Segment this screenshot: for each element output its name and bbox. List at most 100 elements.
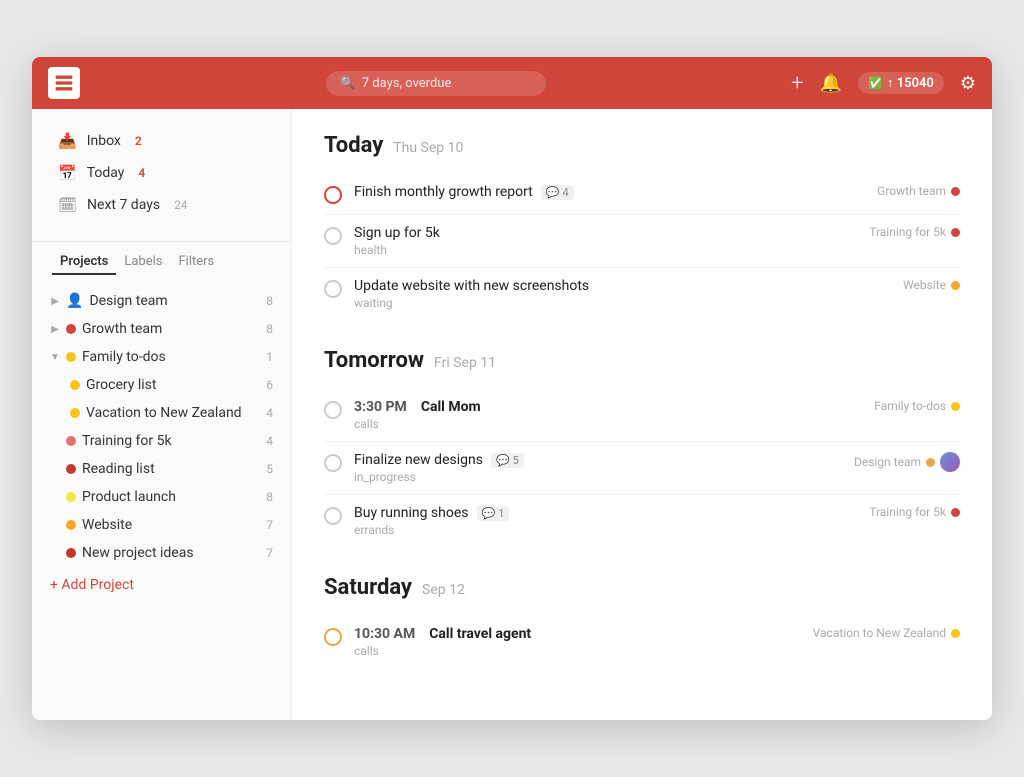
training-label: Training for 5k bbox=[82, 433, 260, 449]
task-checkbox-t6[interactable] bbox=[324, 507, 342, 525]
body: 📥 Inbox 2 📅 Today 4 🗓 Next 7 days 24 Pro… bbox=[32, 109, 992, 720]
saturday-header: Saturday Sep 12 bbox=[324, 575, 960, 600]
app-logo[interactable] bbox=[48, 67, 80, 99]
training-count: 4 bbox=[266, 434, 273, 448]
task-name-t2: Sign up for 5k bbox=[354, 225, 841, 241]
design-team-count: 8 bbox=[266, 294, 273, 308]
today-section: Today Thu Sep 10 Finish monthly growth r… bbox=[324, 133, 960, 320]
sidebar-item-reading[interactable]: Reading list 5 bbox=[40, 455, 283, 483]
task-name-text-t6: Buy running shoes bbox=[354, 505, 469, 521]
family-todos-dot bbox=[66, 352, 76, 362]
search-icon: 🔍 bbox=[340, 76, 356, 91]
saturday-date: Sep 12 bbox=[422, 582, 465, 598]
task-project-dot-t6 bbox=[951, 508, 960, 517]
today-date: Thu Sep 10 bbox=[393, 140, 463, 156]
sidebar-item-website[interactable]: Website 7 bbox=[40, 511, 283, 539]
product-dot bbox=[66, 492, 76, 502]
task-checkbox-t1[interactable] bbox=[324, 186, 342, 204]
task-time-t7: 10:30 AM bbox=[354, 626, 415, 642]
sidebar-divider bbox=[32, 241, 291, 242]
task-project-t7: Vacation to New Zealand bbox=[797, 626, 960, 640]
comment-badge-t5: 💬 5 bbox=[491, 453, 524, 468]
task-sub-t5: in_progress bbox=[354, 470, 826, 484]
new-ideas-dot bbox=[66, 548, 76, 558]
comment-count-t5: 5 bbox=[513, 454, 519, 467]
task-signup-5k: Sign up for 5k health Training for 5k bbox=[324, 215, 960, 268]
task-name-t6: Buy running shoes 💬 1 bbox=[354, 505, 841, 521]
task-body-t1: Finish monthly growth report 💬 4 bbox=[354, 184, 849, 200]
task-project-t6: Training for 5k bbox=[853, 505, 960, 519]
task-body-t5: Finalize new designs 💬 5 in_progress bbox=[354, 452, 826, 484]
karma-check-icon: ✅ bbox=[868, 76, 883, 90]
task-project-name-t1: Growth team bbox=[877, 184, 946, 198]
task-project-dot-t7 bbox=[951, 629, 960, 638]
task-project-t3: Website bbox=[887, 278, 960, 292]
reading-label: Reading list bbox=[82, 461, 260, 477]
chevron-right-icon2: ▶ bbox=[50, 324, 60, 335]
tab-labels[interactable]: Labels bbox=[116, 250, 170, 275]
avatar-t5 bbox=[940, 452, 960, 472]
sidebar-item-design-team[interactable]: ▶ 👤 Design team 8 bbox=[40, 287, 283, 315]
task-checkbox-t4[interactable] bbox=[324, 401, 342, 419]
tab-projects[interactable]: Projects bbox=[52, 250, 116, 275]
sidebar-item-next7[interactable]: 🗓 Next 7 days 24 bbox=[48, 189, 275, 221]
task-checkbox-t2[interactable] bbox=[324, 227, 342, 245]
task-body-t2: Sign up for 5k health bbox=[354, 225, 841, 257]
growth-team-label: Growth team bbox=[82, 321, 260, 337]
task-project-name-t2: Training for 5k bbox=[869, 225, 946, 239]
next7-count: 24 bbox=[174, 198, 188, 212]
task-body-t7: 10:30 AM Call travel agent calls bbox=[354, 626, 785, 658]
vacation-dot bbox=[70, 408, 80, 418]
task-name-t5: Finalize new designs 💬 5 bbox=[354, 452, 826, 468]
task-project-dot-t1 bbox=[951, 187, 960, 196]
task-finish-report: Finish monthly growth report 💬 4 Growth … bbox=[324, 174, 960, 215]
search-box[interactable]: 🔍 7 days, overdue bbox=[326, 71, 546, 96]
task-checkbox-t5[interactable] bbox=[324, 454, 342, 472]
family-todos-label: Family to-dos bbox=[82, 349, 260, 365]
task-sub-t7: calls bbox=[354, 644, 785, 658]
add-project-button[interactable]: + Add Project bbox=[32, 571, 291, 599]
sidebar-item-today[interactable]: 📅 Today 4 bbox=[48, 157, 275, 189]
inbox-count: 2 bbox=[135, 134, 142, 148]
reading-count: 5 bbox=[266, 462, 273, 476]
karma-badge[interactable]: ✅ ↑ 15040 bbox=[858, 72, 944, 94]
sidebar-item-vacation[interactable]: Vacation to New Zealand 4 bbox=[40, 399, 283, 427]
tab-filters[interactable]: Filters bbox=[170, 250, 222, 275]
task-name-text-t4: Call Mom bbox=[421, 399, 481, 415]
add-button[interactable]: + bbox=[791, 71, 803, 96]
sidebar-item-grocery-list[interactable]: Grocery list 6 bbox=[40, 371, 283, 399]
task-project-t5: Design team bbox=[838, 452, 960, 472]
task-body-t4: 3:30 PM Call Mom calls bbox=[354, 399, 846, 431]
tomorrow-date: Fri Sep 11 bbox=[434, 355, 496, 371]
product-label: Product launch bbox=[82, 489, 260, 505]
next7-icon: 🗓 bbox=[58, 196, 77, 214]
new-ideas-label: New project ideas bbox=[82, 545, 260, 561]
task-call-mom: 3:30 PM Call Mom calls Family to-dos bbox=[324, 389, 960, 442]
today-icon: 📅 bbox=[58, 164, 77, 182]
grocery-label: Grocery list bbox=[86, 377, 260, 393]
settings-button[interactable]: ⚙ bbox=[960, 73, 976, 94]
sidebar-nav: 📥 Inbox 2 📅 Today 4 🗓 Next 7 days 24 bbox=[32, 125, 291, 233]
sidebar-item-training[interactable]: Training for 5k 4 bbox=[40, 427, 283, 455]
task-project-dot-t4 bbox=[951, 402, 960, 411]
tomorrow-section: Tomorrow Fri Sep 11 3:30 PM Call Mom cal… bbox=[324, 348, 960, 547]
comment-icon-t5: 💬 bbox=[496, 454, 510, 467]
task-update-website: Update website with new screenshots wait… bbox=[324, 268, 960, 320]
task-checkbox-t3[interactable] bbox=[324, 280, 342, 298]
sidebar-item-product-launch[interactable]: Product launch 8 bbox=[40, 483, 283, 511]
sidebar-item-growth-team[interactable]: ▶ Growth team 8 bbox=[40, 315, 283, 343]
notifications-button[interactable]: 🔔 bbox=[820, 73, 842, 94]
sidebar-item-family-todos[interactable]: ▼ Family to-dos 1 bbox=[40, 343, 283, 371]
task-finalize-designs: Finalize new designs 💬 5 in_progress Des… bbox=[324, 442, 960, 495]
task-name-t4: 3:30 PM Call Mom bbox=[354, 399, 846, 415]
growth-team-dot bbox=[66, 324, 76, 334]
comment-icon-t6: 💬 bbox=[482, 507, 496, 520]
sidebar-item-inbox[interactable]: 📥 Inbox 2 bbox=[48, 125, 275, 157]
reading-dot bbox=[66, 464, 76, 474]
app-window: 🔍 7 days, overdue + 🔔 ✅ ↑ 15040 ⚙ 📥 Inbo… bbox=[32, 57, 992, 720]
sidebar-item-new-project-ideas[interactable]: New project ideas 7 bbox=[40, 539, 283, 567]
karma-value: ↑ 15040 bbox=[887, 75, 934, 91]
new-ideas-count: 7 bbox=[266, 546, 273, 560]
task-checkbox-t7[interactable] bbox=[324, 628, 342, 646]
family-todos-count: 1 bbox=[266, 350, 273, 364]
